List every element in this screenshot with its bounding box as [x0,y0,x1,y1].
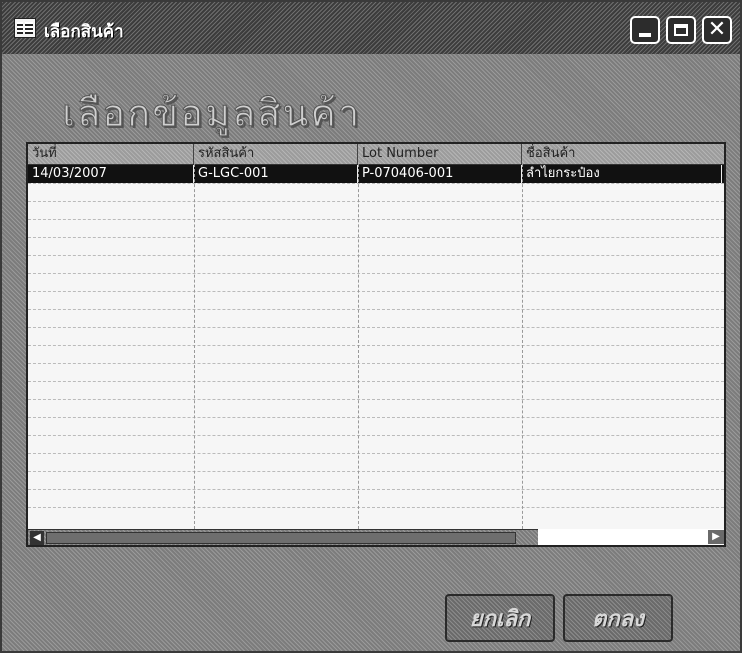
horizontal-scrollbar[interactable]: ◀ [28,529,538,545]
grid-line [28,453,724,454]
minimize-icon [639,33,651,37]
grid-line [28,183,724,184]
cell-date: 14/03/2007 [28,165,194,183]
grid-line [28,345,724,346]
cancel-button[interactable]: ยกเลิก [445,594,555,642]
column-header-date[interactable]: วันที่ [28,144,194,164]
grid-line [28,363,724,364]
grid-icon [14,18,36,38]
column-header-lot[interactable]: Lot Number [358,144,522,164]
maximize-button[interactable] [666,16,696,44]
grid-line [28,435,724,436]
maximize-icon [674,24,688,36]
scrollbar-thumb[interactable] [46,532,516,544]
product-selection-window: เลือกสินค้า ✕ เลือกข้อมูลสินค้า วันที่ ร… [0,0,742,653]
grid-line [28,489,724,490]
column-header-code[interactable]: รหัสสินค้า [194,144,358,164]
ok-button[interactable]: ตกลง [563,594,673,642]
grid-line [28,399,724,400]
table-row[interactable]: 14/03/2007 G-LGC-001 P-070406-001 ลำไยกร… [28,165,724,183]
title-bar[interactable]: เลือกสินค้า ✕ [2,2,740,54]
grid-line [28,291,724,292]
window-title: เลือกสินค้า [44,22,124,42]
grid-line [28,471,724,472]
close-button[interactable]: ✕ [702,16,732,44]
grid-line [28,273,724,274]
grid-header: วันที่ รหัสสินค้า Lot Number ชื่อสินค้า [28,144,724,165]
cell-name: ลำไยกระป๋อง [522,165,722,183]
grid-line [28,201,724,202]
page-title: เลือกข้อมูลสินค้า [61,91,362,136]
column-divider [194,164,195,534]
grid-line [28,417,724,418]
cell-code: G-LGC-001 [194,165,358,183]
column-header-name[interactable]: ชื่อสินค้า [522,144,724,164]
chevron-right-icon[interactable]: ▶ [708,530,724,544]
grid-line [28,255,724,256]
grid-line [28,327,724,328]
chevron-left-icon[interactable]: ◀ [30,531,44,545]
grid-line [28,507,724,508]
cell-lot: P-070406-001 [358,165,522,183]
scrollbar-track [538,529,724,545]
product-grid[interactable]: วันที่ รหัสสินค้า Lot Number ชื่อสินค้า … [26,142,726,547]
grid-line [28,381,724,382]
grid-line [28,219,724,220]
column-divider [358,164,359,534]
close-icon: ✕ [707,17,727,42]
grid-line [28,237,724,238]
minimize-button[interactable] [630,16,660,44]
column-divider [522,164,523,534]
grid-line [28,309,724,310]
